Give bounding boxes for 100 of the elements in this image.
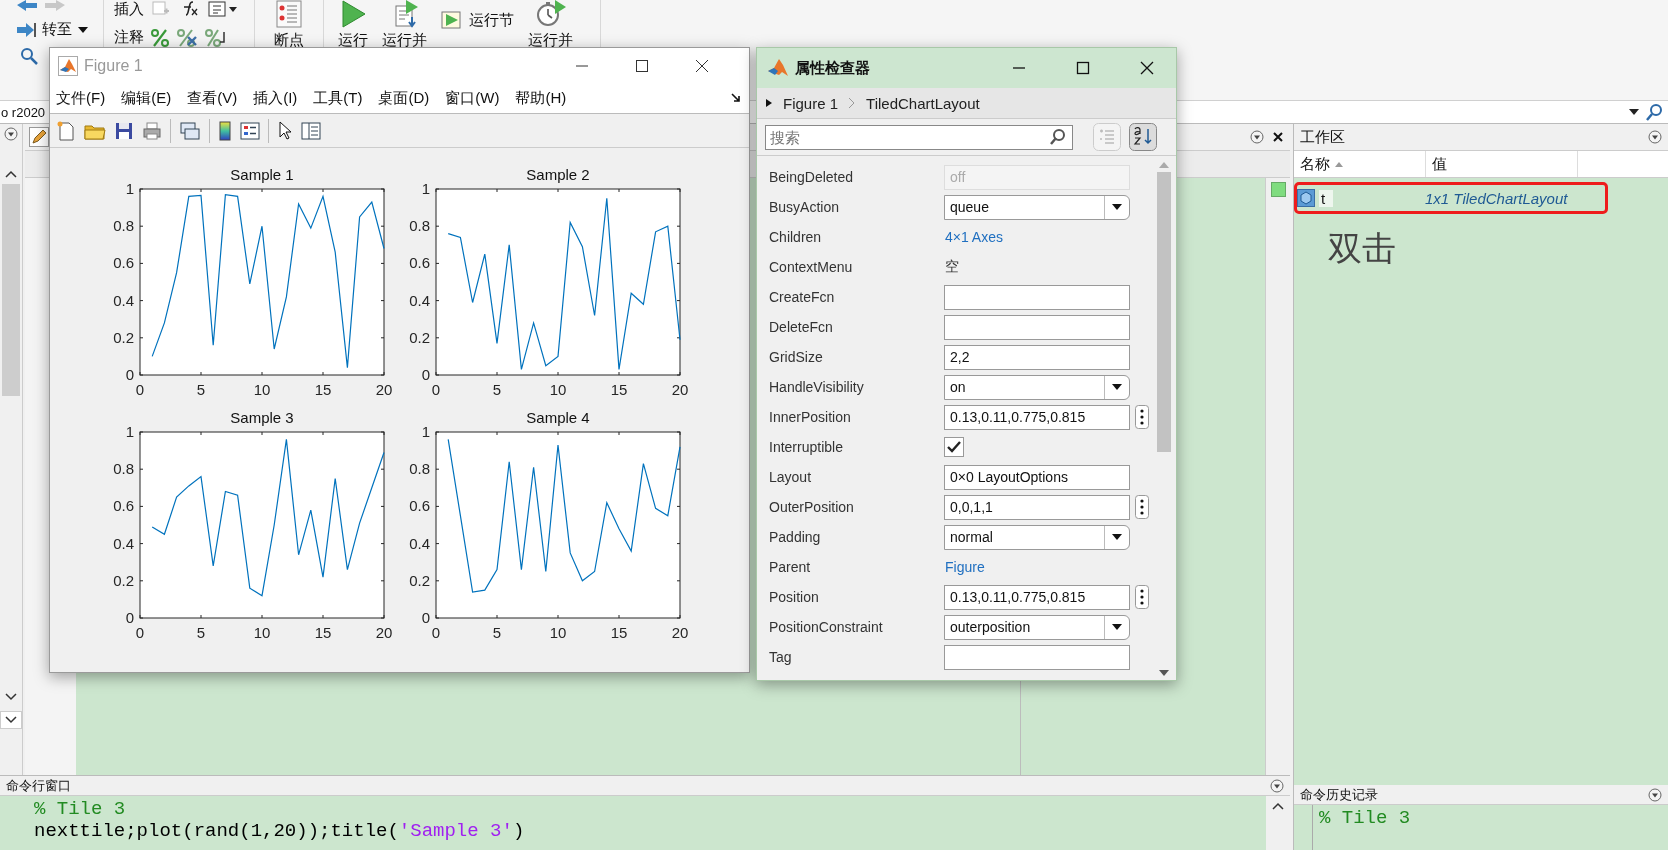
property-link[interactable]: 4×1 Axes <box>944 229 1130 245</box>
more-options-icon[interactable] <box>1135 495 1149 519</box>
wrap-comment-icon[interactable] <box>204 28 226 47</box>
text-field[interactable]: 0,0,1,1 <box>944 494 1130 520</box>
tick-label: 0.4 <box>409 291 430 309</box>
pointer-icon[interactable] <box>277 120 293 141</box>
property-name: DeleteFcn <box>769 319 834 335</box>
tick-label: 0.8 <box>409 460 430 478</box>
tick-label: 15 <box>314 624 332 641</box>
tick-label: 5 <box>492 624 502 641</box>
close-icon[interactable] <box>1140 61 1154 75</box>
panel-title: 命令行窗口 <box>6 776 71 795</box>
dropdown-icon[interactable] <box>1648 130 1662 144</box>
caret-icon[interactable] <box>78 26 88 33</box>
goto-button[interactable]: 转至 <box>42 20 72 39</box>
sort-alphabetical-icon[interactable] <box>1129 123 1157 151</box>
search-icon[interactable] <box>1646 103 1664 121</box>
close-icon[interactable] <box>695 58 709 73</box>
run-button[interactable]: 运行 <box>338 31 368 50</box>
maximize-icon[interactable] <box>635 58 649 73</box>
legend-icon[interactable] <box>240 120 260 141</box>
dropdown[interactable]: on <box>944 374 1130 400</box>
text-field[interactable] <box>944 284 1130 310</box>
back-arrow-icon[interactable] <box>16 0 38 12</box>
text-field[interactable] <box>944 644 1130 670</box>
dropdown[interactable]: normal <box>944 524 1130 550</box>
more-options-icon[interactable] <box>1135 405 1149 429</box>
text-field[interactable]: 0.13,0.11,0.775,0.815 <box>944 404 1130 430</box>
colorbar-icon[interactable] <box>218 120 232 141</box>
close-icon[interactable] <box>1272 131 1284 143</box>
printer-icon[interactable] <box>142 120 162 141</box>
text-field[interactable]: 2,2 <box>944 344 1130 370</box>
menu-item[interactable]: 查看(V) <box>187 88 238 108</box>
property-panel-icon[interactable] <box>301 120 321 141</box>
caret-icon[interactable] <box>1628 108 1640 116</box>
text-field[interactable]: 0.13,0.11,0.775,0.815 <box>944 584 1130 610</box>
variable-row[interactable]: t 1x1 TiledChartLayout <box>1294 182 1608 214</box>
scroll-down-icon[interactable] <box>5 693 17 701</box>
tick-label: 15 <box>314 381 332 398</box>
search-icon[interactable] <box>20 47 38 65</box>
format-dropdown-icon[interactable] <box>208 1 238 17</box>
code-line: nexttile;plot(rand(1,20));title('Sample 3') <box>34 820 526 842</box>
dropdown[interactable]: queue <box>944 194 1130 220</box>
text-field[interactable] <box>944 314 1130 340</box>
new-file-icon[interactable] <box>56 120 76 141</box>
menu-item[interactable]: 编辑(E) <box>121 88 172 108</box>
tick-label: 0.8 <box>113 217 134 235</box>
percent-icon[interactable] <box>150 28 170 47</box>
tick-label: 0.6 <box>409 497 430 515</box>
dock-arrow-icon[interactable] <box>731 93 741 103</box>
breakpoint-button[interactable]: 断点 <box>274 31 304 50</box>
maximize-icon[interactable] <box>1076 61 1090 75</box>
menu-item[interactable]: 文件(F) <box>56 88 106 108</box>
search-field[interactable]: 搜索 <box>765 124 1073 150</box>
dropdown-icon[interactable] <box>1648 787 1662 802</box>
tick-label: 0 <box>125 609 134 626</box>
menu-item[interactable]: 插入(I) <box>253 88 298 108</box>
caret-icon <box>1112 204 1122 210</box>
run-and-time-button[interactable]: 运行并 <box>528 31 573 50</box>
pencil-icon[interactable] <box>29 127 49 147</box>
tick-label: 1 <box>421 180 430 197</box>
column-header[interactable]: 值 <box>1426 151 1578 177</box>
linked-windows-icon[interactable] <box>179 120 201 141</box>
run-advance-button[interactable]: 运行并 <box>382 31 427 50</box>
dropdown-icon[interactable] <box>1250 130 1264 144</box>
scroll-up-icon[interactable] <box>5 170 17 178</box>
menu-item[interactable]: 窗口(W) <box>445 88 500 108</box>
property-link[interactable]: Figure <box>944 559 1130 575</box>
run-section-button[interactable]: 运行节 <box>469 10 514 30</box>
dropdown-icon[interactable] <box>1270 778 1284 793</box>
checkbox[interactable] <box>944 437 964 457</box>
scroll-down-icon[interactable] <box>1159 670 1169 676</box>
menu-item[interactable]: 帮助(H) <box>515 88 567 108</box>
breakpoint-icon[interactable] <box>275 0 303 28</box>
insert-button[interactable]: 插入 <box>114 0 144 19</box>
text-field[interactable]: 0×0 LayoutOptions <box>944 464 1130 490</box>
tick-label: 0.2 <box>113 328 134 346</box>
scroll-down-icon[interactable] <box>5 716 17 724</box>
comment-button[interactable]: 注释 <box>114 28 144 47</box>
scrollbar-thumb[interactable] <box>2 184 20 396</box>
run-section-icon[interactable] <box>441 10 463 30</box>
scroll-up-icon[interactable] <box>1272 802 1284 810</box>
scrollbar-thumb[interactable] <box>1157 172 1171 452</box>
more-options-icon[interactable] <box>1135 585 1149 609</box>
stopwatch-icon[interactable] <box>534 0 567 28</box>
menu-item[interactable]: 桌面(D) <box>378 88 430 108</box>
code-line: % Tile 3 <box>34 798 127 820</box>
breadcrumb-link[interactable]: TiledChartLayout <box>866 94 980 112</box>
save-icon[interactable] <box>114 120 134 141</box>
tick-label: 0.6 <box>113 497 134 515</box>
property-name: ContextMenu <box>769 259 854 275</box>
tick-label: 0.2 <box>113 571 134 589</box>
breadcrumb-link[interactable]: Figure 1 <box>783 94 839 112</box>
dropdown[interactable]: outerposition <box>944 614 1130 640</box>
dropdown-icon[interactable] <box>4 127 18 141</box>
expand-arrow-icon[interactable] <box>765 98 773 108</box>
uncomment-icon[interactable] <box>176 28 198 47</box>
column-header[interactable]: 名称 <box>1294 151 1426 177</box>
menu-item[interactable]: 工具(T) <box>313 88 363 108</box>
property-name: BusyAction <box>769 199 841 215</box>
